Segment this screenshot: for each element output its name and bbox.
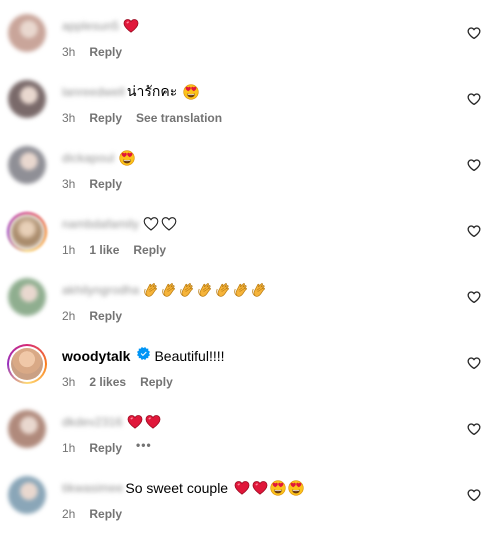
- comment-meta: 3h 2 likes Reply: [62, 375, 173, 389]
- comment-emojis: [123, 18, 139, 34]
- avatar[interactable]: [8, 476, 46, 514]
- comment-time[interactable]: 1h: [62, 243, 75, 257]
- like-heart-icon[interactable]: [467, 290, 481, 304]
- username-link[interactable]: dickapoul: [62, 151, 115, 165]
- comment-body: akhilyngrodha: [62, 280, 267, 300]
- like-heart-icon[interactable]: [467, 224, 481, 238]
- reply-button[interactable]: Reply: [140, 375, 173, 389]
- comment-body: lanreedwell น่ารักคะ: [62, 82, 199, 102]
- comment-meta: 3h Reply See translation: [62, 111, 222, 125]
- heart-eyes-emoji-icon: [288, 480, 304, 496]
- clap-emoji-icon: [161, 282, 177, 298]
- heart-eyes-emoji-icon: [183, 84, 199, 100]
- comment-meta: 1h 1 like Reply: [62, 243, 166, 257]
- comment-time[interactable]: 3h: [62, 177, 75, 191]
- comment-body: dkdev2316: [62, 412, 161, 432]
- clap-emoji-icon: [251, 282, 267, 298]
- avatar[interactable]: [8, 14, 46, 52]
- comment-body: dickapoul: [62, 148, 135, 168]
- comment-emojis: [143, 282, 267, 298]
- clap-emoji-icon: [143, 282, 159, 298]
- comment-row: dickapoul 3h Reply: [0, 144, 493, 210]
- comment-row: tikwasimee So sweet couple 2h Reply: [0, 474, 493, 540]
- verified-badge-icon: [137, 347, 151, 365]
- username-link[interactable]: akhilyngrodha: [62, 283, 139, 297]
- comment-time[interactable]: 3h: [62, 375, 75, 389]
- reply-button[interactable]: Reply: [89, 111, 122, 125]
- comment-meta: 1h Reply •••: [62, 438, 152, 455]
- reply-button[interactable]: Reply: [133, 243, 166, 257]
- red-heart-emoji-icon: [145, 414, 161, 430]
- like-heart-icon[interactable]: [467, 422, 481, 436]
- clap-emoji-icon: [179, 282, 195, 298]
- comment-meta: 2h Reply: [62, 507, 122, 521]
- red-heart-emoji-icon: [127, 414, 143, 430]
- comment-emojis: [143, 216, 177, 232]
- avatar[interactable]: [8, 410, 46, 448]
- comment-row: akhilyngrodha 2h Reply: [0, 276, 493, 342]
- red-heart-emoji-icon: [234, 480, 250, 496]
- comment-emojis: [127, 414, 161, 430]
- comment-row: nambdafamily 1h 1 like Reply: [0, 210, 493, 276]
- comment-meta: 3h Reply: [62, 177, 122, 191]
- comment-meta: 3h Reply: [62, 45, 122, 59]
- heart-eyes-emoji-icon: [270, 480, 286, 496]
- white-heart-emoji-icon: [143, 216, 159, 232]
- comment-text: Beautiful!!!!: [154, 348, 225, 364]
- avatar[interactable]: [7, 212, 47, 252]
- username-link[interactable]: applesun5: [62, 19, 119, 33]
- avatar[interactable]: [7, 344, 47, 384]
- avatar[interactable]: [8, 146, 46, 184]
- white-heart-emoji-icon: [161, 216, 177, 232]
- username-link[interactable]: nambdafamily: [62, 217, 139, 231]
- like-heart-icon[interactable]: [467, 356, 481, 370]
- comment-emojis: [183, 84, 199, 100]
- see-translation-button[interactable]: See translation: [136, 111, 222, 125]
- comment-emojis: [234, 480, 304, 496]
- comment-text: So sweet couple: [125, 480, 229, 496]
- username-link[interactable]: tikwasimee: [62, 481, 123, 495]
- username-link[interactable]: woodytalk: [62, 348, 130, 364]
- comment-time[interactable]: 3h: [62, 45, 75, 59]
- comment-row: lanreedwell น่ารักคะ 3h Reply See translatio…: [0, 78, 493, 144]
- comment-row: woodytalk Beautiful!!!! 3h 2 likes Reply: [0, 342, 493, 408]
- red-heart-emoji-icon: [123, 18, 139, 34]
- clap-emoji-icon: [197, 282, 213, 298]
- comment-row: applesun5 3h Reply: [0, 12, 493, 78]
- comment-meta: 2h Reply: [62, 309, 122, 323]
- likes-count[interactable]: 2 likes: [89, 375, 126, 389]
- clap-emoji-icon: [233, 282, 249, 298]
- reply-button[interactable]: Reply: [89, 507, 122, 521]
- comment-emojis: [118, 150, 135, 166]
- likes-count[interactable]: 1 like: [89, 243, 119, 257]
- avatar[interactable]: [8, 278, 46, 316]
- reply-button[interactable]: Reply: [89, 309, 122, 323]
- comment-body: tikwasimee So sweet couple: [62, 478, 304, 498]
- red-heart-emoji-icon: [252, 480, 268, 496]
- comment-row: dkdev2316 1h Reply •••: [0, 408, 493, 474]
- comment-time[interactable]: 2h: [62, 507, 75, 521]
- clap-emoji-icon: [215, 282, 231, 298]
- comment-text: น่ารักคะ: [126, 83, 178, 99]
- like-heart-icon[interactable]: [467, 488, 481, 502]
- comment-body: woodytalk Beautiful!!!!: [62, 346, 225, 366]
- reply-button[interactable]: Reply: [89, 177, 122, 191]
- reply-button[interactable]: Reply: [89, 45, 122, 59]
- like-heart-icon[interactable]: [467, 92, 481, 106]
- username-link[interactable]: dkdev2316: [62, 415, 123, 429]
- comment-body: nambdafamily: [62, 214, 177, 234]
- like-heart-icon[interactable]: [467, 158, 481, 172]
- comment-body: applesun5: [62, 16, 139, 36]
- heart-eyes-emoji-icon: [118, 150, 135, 166]
- comment-time[interactable]: 2h: [62, 309, 75, 323]
- comment-time[interactable]: 3h: [62, 111, 75, 125]
- like-heart-icon[interactable]: [467, 26, 481, 40]
- username-link[interactable]: lanreedwell: [62, 85, 125, 99]
- avatar[interactable]: [8, 80, 46, 118]
- comment-time[interactable]: 1h: [62, 441, 75, 455]
- more-options-button[interactable]: •••: [136, 438, 152, 455]
- reply-button[interactable]: Reply: [89, 441, 122, 455]
